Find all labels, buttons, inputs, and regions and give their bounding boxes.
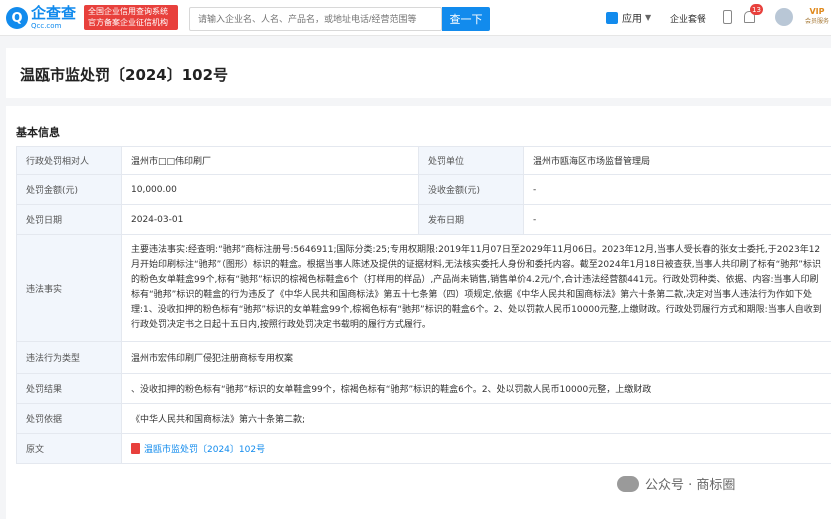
watermark-text: 公众号 · 商标圈 [645, 478, 736, 493]
logo[interactable]: Q 企查查 Qcc.com [6, 6, 76, 30]
original-cell: 温瓯市监处罚〔2024〕102号 [121, 433, 831, 464]
watermark: 公众号 · 商标圈 [617, 474, 735, 493]
official-badge: 全国企业信用查询系统 官方备案企业征信机构 [84, 5, 178, 30]
facts-value: 主要违法事实:经查明:“驰邦”商标注册号:5646911;国际分类:25;专用权… [121, 234, 831, 342]
logo-name: 企查查 [31, 4, 77, 22]
type-label: 违法行为类型 [16, 341, 122, 374]
notification-badge: 13 [750, 4, 763, 15]
amount-label: 处罚金额(元) [16, 174, 122, 205]
date-value: 2024-03-01 [121, 204, 419, 235]
search-button[interactable]: 查一下 [442, 7, 490, 31]
table-row: 处罚依据 《中华人民共和国商标法》第六十条第二款; [16, 403, 831, 434]
search-input[interactable] [189, 7, 442, 31]
info-table: 行政处罚相对人 温州市□□伟印刷厂 处罚单位 温州市瓯海区市场监督管理局 处罚金… [16, 146, 831, 464]
avatar[interactable] [775, 8, 793, 26]
section-title: 基本信息 [16, 126, 60, 139]
phone-icon[interactable] [723, 10, 732, 24]
table-row: 原文 温瓯市监处罚〔2024〕102号 [16, 433, 831, 464]
party-link[interactable]: 温州市□□伟印刷厂 [121, 146, 419, 175]
result-value: 、没收扣押的粉色标有“驰邦”标识的女单鞋盒99个，棕褐色标有“驰邦”标识的鞋盒6… [121, 373, 831, 404]
table-row: 违法行为类型 温州市宏伟印刷厂侵犯注册商标专用权案 [16, 341, 831, 374]
dept-value: 温州市瓯海区市场监督管理局 [523, 146, 831, 175]
original-link[interactable]: 温瓯市监处罚〔2024〕102号 [144, 445, 265, 455]
table-row: 处罚结果 、没收扣押的粉色标有“驰邦”标识的女单鞋盒99个，棕褐色标有“驰邦”标… [16, 373, 831, 404]
publish-label: 发布日期 [418, 204, 524, 235]
type-value: 温州市宏伟印刷厂侵犯注册商标专用权案 [121, 341, 831, 374]
package-link[interactable]: 企业套餐 [670, 12, 706, 25]
table-row: 处罚日期 2024-03-01 发布日期 - [16, 204, 831, 235]
page-title: 温瓯市监处罚〔2024〕102号 [20, 66, 229, 84]
table-row: 处罚金额(元) 10,000.00 没收金额(元) - [16, 174, 831, 205]
vip-sublabel: 会员服务 [805, 18, 830, 25]
logo-subtext: Qcc.com [31, 22, 62, 30]
title-card: 温瓯市监处罚〔2024〕102号 [6, 48, 831, 98]
amount-value: 10,000.00 [121, 174, 419, 205]
dept-label: 处罚单位 [418, 146, 524, 175]
party-label: 行政处罚相对人 [16, 146, 122, 175]
vip-label: VIP [809, 7, 825, 16]
wechat-icon [617, 475, 639, 492]
facts-label: 违法事实 [16, 234, 122, 342]
date-label: 处罚日期 [16, 204, 122, 235]
apps-label: 应用 [622, 14, 642, 25]
result-label: 处罚结果 [16, 373, 122, 404]
vip-button[interactable]: VIP 会员服务 [805, 7, 829, 29]
confiscated-label: 没收金额(元) [418, 174, 524, 205]
publish-value: - [523, 204, 831, 235]
apps-grid-icon [606, 11, 618, 24]
basis-value: 《中华人民共和国商标法》第六十条第二款; [121, 403, 831, 434]
table-row: 违法事实 主要违法事实:经查明:“驰邦”商标注册号:5646911;国际分类:2… [16, 234, 831, 342]
top-navbar: Q 企查查 Qcc.com 全国企业信用查询系统 官方备案企业征信机构 查一下 … [0, 0, 831, 36]
chevron-down-icon: ▼ [645, 13, 652, 22]
logo-icon: Q [6, 7, 28, 29]
apps-menu[interactable]: 应用 ▼ [606, 10, 651, 25]
basis-label: 处罚依据 [16, 403, 122, 434]
table-row: 行政处罚相对人 温州市□□伟印刷厂 处罚单位 温州市瓯海区市场监督管理局 [16, 146, 831, 175]
confiscated-value: - [523, 174, 831, 205]
basic-info-card: 基本信息 行政处罚相对人 温州市□□伟印刷厂 处罚单位 温州市瓯海区市场监督管理… [6, 106, 831, 519]
original-label: 原文 [16, 433, 122, 464]
pdf-icon [131, 443, 140, 454]
